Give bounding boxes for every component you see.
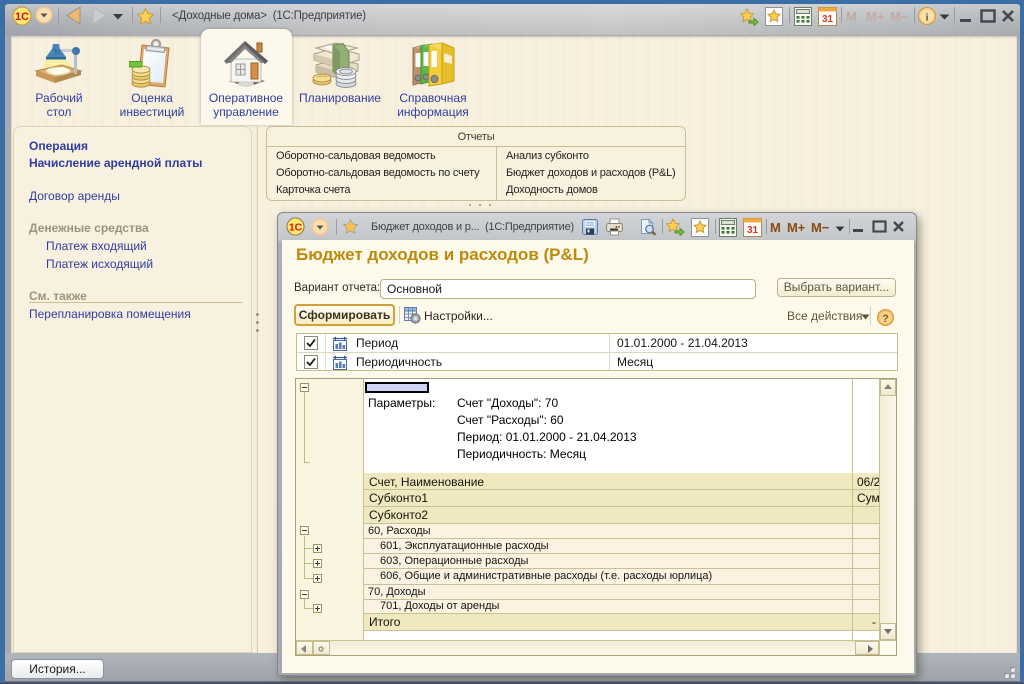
svg-text:i: i	[925, 12, 928, 24]
svg-text:?: ?	[882, 313, 889, 325]
svg-text:1С: 1С	[289, 222, 303, 233]
svg-text:31: 31	[822, 14, 834, 25]
svg-text:1С: 1С	[15, 11, 29, 23]
svg-text:31: 31	[747, 225, 759, 236]
